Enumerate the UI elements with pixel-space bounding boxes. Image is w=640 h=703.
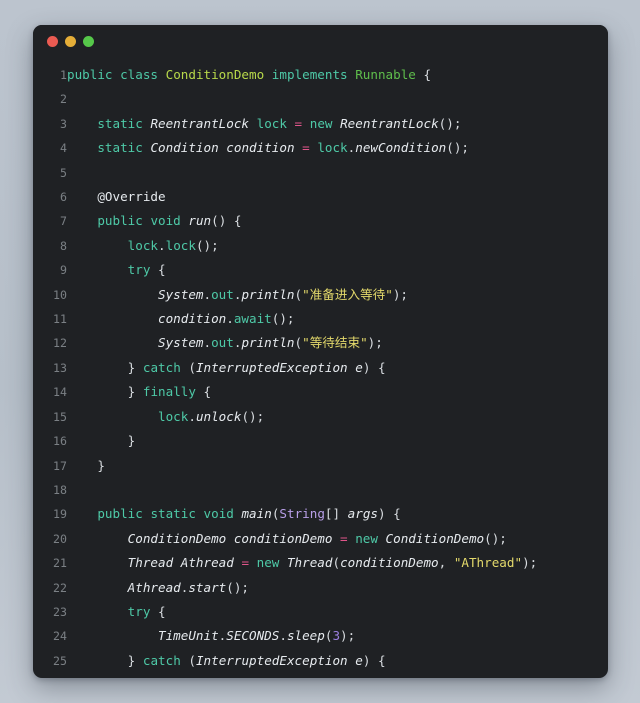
code-line: 17 } [33, 454, 608, 478]
code-text[interactable]: System.out.println("等待结束"); [67, 331, 608, 355]
close-button[interactable] [47, 35, 58, 47]
code-line: 8 lock.lock(); [33, 234, 608, 258]
code-line: 18 [33, 478, 608, 502]
code-line: 22 Athread.start(); [33, 576, 608, 600]
code-line: 4 static Condition condition = lock.newC… [33, 136, 608, 160]
code-line: 10 System.out.println("准备进入等待"); [33, 283, 608, 307]
code-text[interactable]: try { [67, 600, 608, 624]
code-line: 25 } catch (InterruptedException e) { [33, 649, 608, 673]
code-text[interactable] [67, 87, 608, 111]
code-text[interactable] [67, 478, 608, 502]
code-text[interactable]: public void run() { [67, 209, 608, 233]
code-text[interactable]: System.out.println("准备进入等待"); [67, 283, 608, 307]
code-text[interactable]: TimeUnit.SECONDS.sleep(3); [67, 624, 608, 648]
code-line: 13 } catch (InterruptedException e) { [33, 356, 608, 380]
code-line: 26 e.printStackTrace(); [33, 673, 608, 678]
line-number: 21 [53, 556, 67, 571]
line-number: 22 [53, 580, 67, 595]
line-number: 3 [60, 116, 67, 131]
code-text[interactable]: public class ConditionDemo implements Ru… [67, 63, 608, 87]
code-text[interactable]: static ReentrantLock lock = new Reentran… [67, 112, 608, 136]
code-line: 1 public class ConditionDemo implements … [33, 63, 608, 87]
code-line: 14 } finally { [33, 380, 608, 404]
code-line: 3 static ReentrantLock lock = new Reentr… [33, 112, 608, 136]
line-number: 26 [33, 673, 67, 678]
code-text[interactable]: @Override [67, 185, 608, 209]
line-number: 9 [60, 263, 67, 278]
code-text[interactable]: public static void main(String[] args) { [67, 502, 608, 526]
code-line: 20 ConditionDemo conditionDemo = new Con… [33, 527, 608, 551]
line-number: 1 [60, 68, 67, 82]
code-line: 19 public static void main(String[] args… [33, 502, 608, 526]
line-number: 18 [53, 482, 67, 497]
line-number: 13 [53, 360, 67, 375]
code-text[interactable]: } catch (InterruptedException e) { [67, 356, 608, 380]
line-number: 16 [53, 434, 67, 449]
code-editor-area[interactable]: 1 public class ConditionDemo implements … [33, 57, 608, 678]
line-number: 10 [53, 287, 67, 302]
code-text[interactable]: } finally { [67, 380, 608, 404]
code-text[interactable]: lock.unlock(); [67, 405, 608, 429]
code-text[interactable]: } catch (InterruptedException e) { [67, 649, 608, 673]
code-line: 5 [33, 161, 608, 185]
code-line: 2 [33, 87, 608, 111]
code-line: 9 try { [33, 258, 608, 282]
code-line: 7 public void run() { [33, 209, 608, 233]
line-number: 14 [53, 385, 67, 400]
code-line: 15 lock.unlock(); [33, 405, 608, 429]
code-line: 21 Thread Athread = new Thread(condition… [33, 551, 608, 575]
line-number: 2 [60, 92, 67, 107]
code-line: 23 try { [33, 600, 608, 624]
code-line: 24 TimeUnit.SECONDS.sleep(3); [33, 624, 608, 648]
minimize-button[interactable] [65, 35, 76, 47]
line-number: 5 [60, 165, 67, 180]
line-number: 17 [53, 458, 67, 473]
line-number: 11 [53, 312, 67, 327]
code-text[interactable]: Thread Athread = new Thread(conditionDem… [67, 551, 608, 575]
code-table: 1 public class ConditionDemo implements … [33, 63, 608, 678]
window-title-bar[interactable] [33, 25, 608, 57]
code-text[interactable] [67, 161, 608, 185]
code-text[interactable]: lock.lock(); [67, 234, 608, 258]
line-number: 19 [53, 507, 67, 522]
code-text[interactable]: static Condition condition = lock.newCon… [67, 136, 608, 160]
line-number: 8 [60, 238, 67, 253]
line-number: 24 [53, 629, 67, 644]
code-text[interactable]: e.printStackTrace(); [67, 673, 608, 678]
maximize-button[interactable] [83, 35, 94, 47]
code-text[interactable]: } [67, 454, 608, 478]
code-window: 1 public class ConditionDemo implements … [33, 25, 608, 678]
code-line: 11 condition.await(); [33, 307, 608, 331]
code-line: 12 System.out.println("等待结束"); [33, 331, 608, 355]
screenshot-root: 1 public class ConditionDemo implements … [0, 0, 640, 703]
line-number: 23 [53, 604, 67, 619]
code-text[interactable]: condition.await(); [67, 307, 608, 331]
code-text[interactable]: Athread.start(); [67, 576, 608, 600]
code-text[interactable]: } [67, 429, 608, 453]
code-line: 6 @Override [33, 185, 608, 209]
line-number: 15 [53, 409, 67, 424]
code-text[interactable]: ConditionDemo conditionDemo = new Condit… [67, 527, 608, 551]
code-line: 16 } [33, 429, 608, 453]
line-number: 4 [60, 141, 67, 156]
line-number: 12 [53, 336, 67, 351]
line-number: 6 [60, 190, 67, 205]
line-number: 20 [53, 531, 67, 546]
line-number: 7 [60, 214, 67, 229]
code-text[interactable]: try { [67, 258, 608, 282]
line-number: 25 [53, 653, 67, 668]
